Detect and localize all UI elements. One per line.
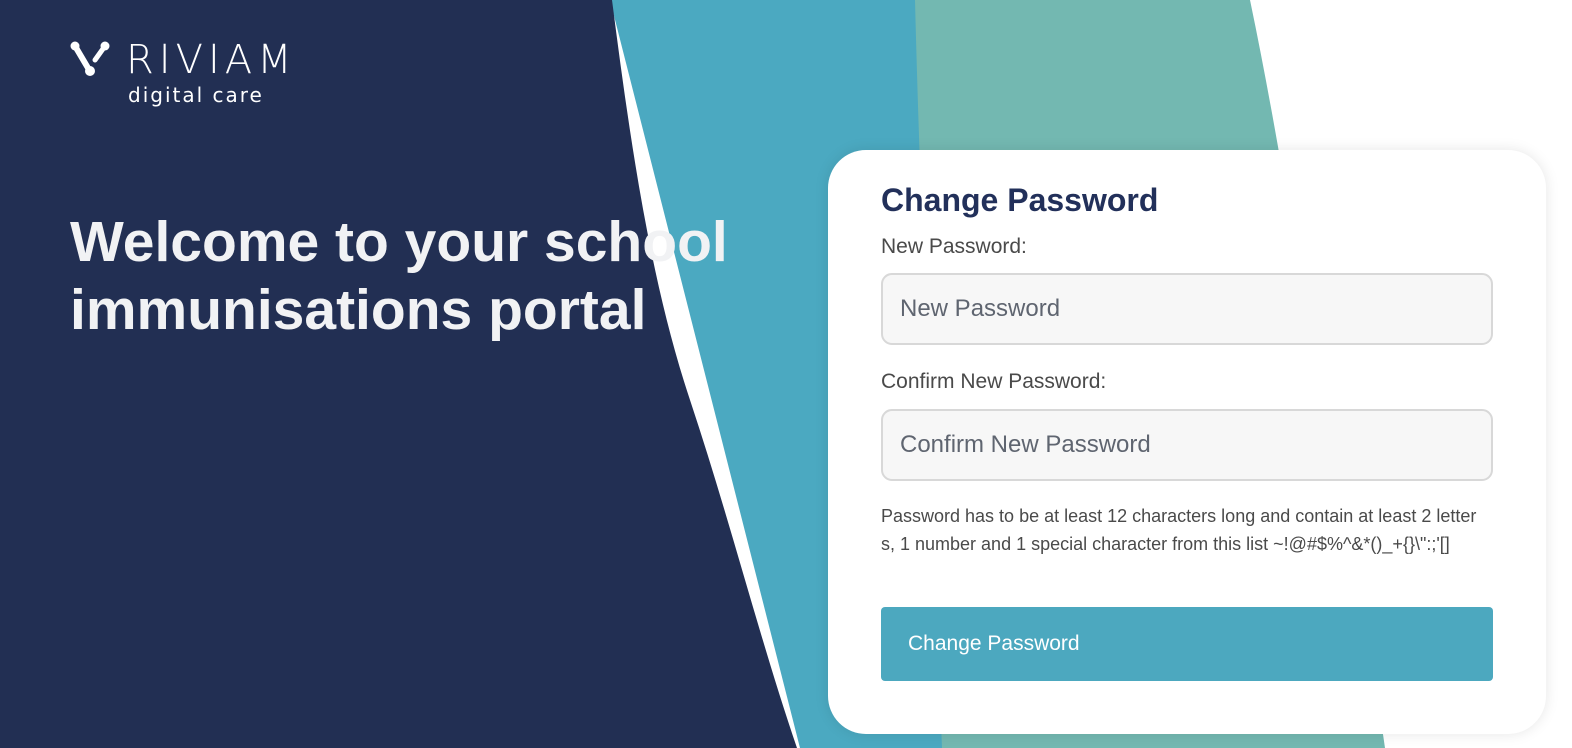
change-password-card: Change Password New Password: Confirm Ne…: [828, 150, 1546, 734]
new-password-input[interactable]: [881, 273, 1493, 345]
login-page: RIVIAM digital care Welcome to your scho…: [0, 0, 1572, 748]
brand-tagline: digital care: [128, 83, 264, 107]
brand-logo: RIVIAM digital care: [70, 38, 350, 110]
password-requirements-hint: Password has to be at least 12 character…: [881, 506, 1477, 554]
confirm-password-label: Confirm New Password:: [881, 370, 1107, 393]
brand-name: RIVIAM: [126, 37, 297, 83]
riviam-mark-icon: [70, 41, 110, 76]
hero-title: Welcome to your school immunisations por…: [70, 210, 728, 342]
new-password-label: New Password:: [881, 235, 1027, 258]
change-password-button[interactable]: Change Password: [881, 607, 1493, 681]
card-title: Change Password: [881, 182, 1159, 218]
confirm-password-input[interactable]: [881, 409, 1493, 481]
